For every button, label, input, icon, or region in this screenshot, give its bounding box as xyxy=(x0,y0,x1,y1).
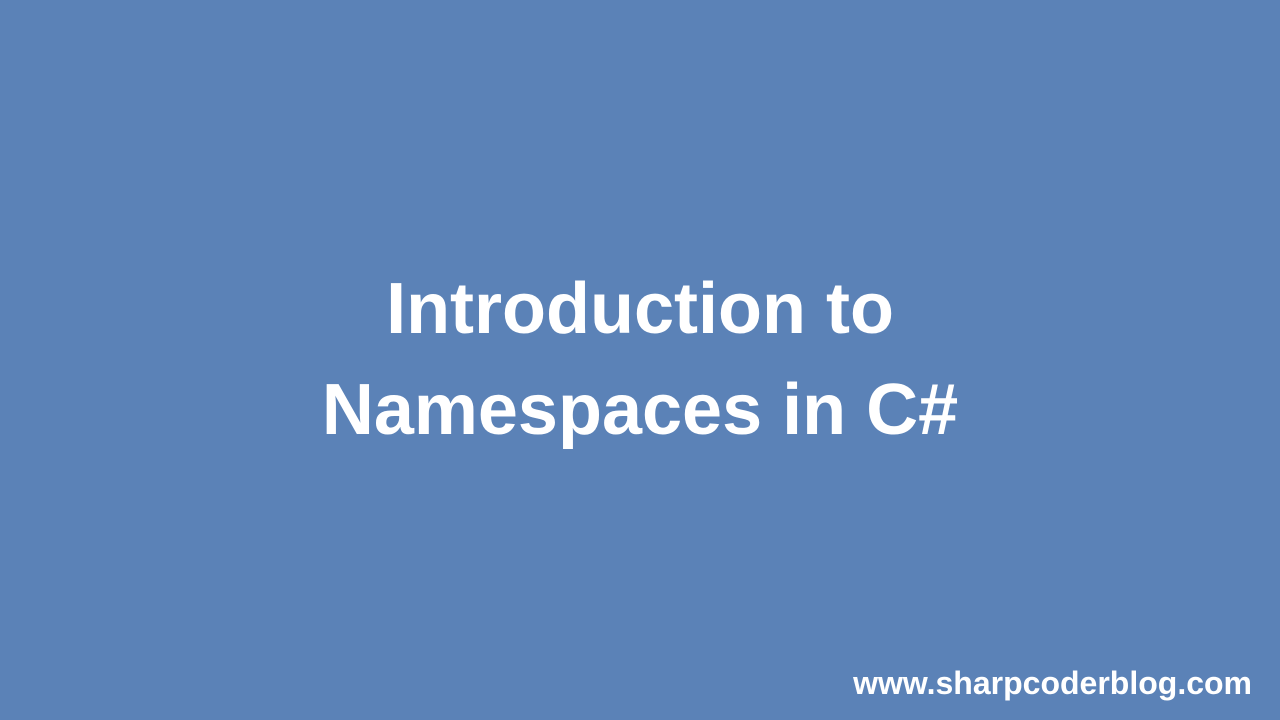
watermark-url: www.sharpcoderblog.com xyxy=(853,665,1252,702)
page-title: Introduction to Namespaces in C# xyxy=(40,259,1240,461)
title-line-1: Introduction to xyxy=(386,269,894,349)
title-line-2: Namespaces in C# xyxy=(322,370,958,450)
title-container: Introduction to Namespaces in C# xyxy=(0,259,1280,461)
